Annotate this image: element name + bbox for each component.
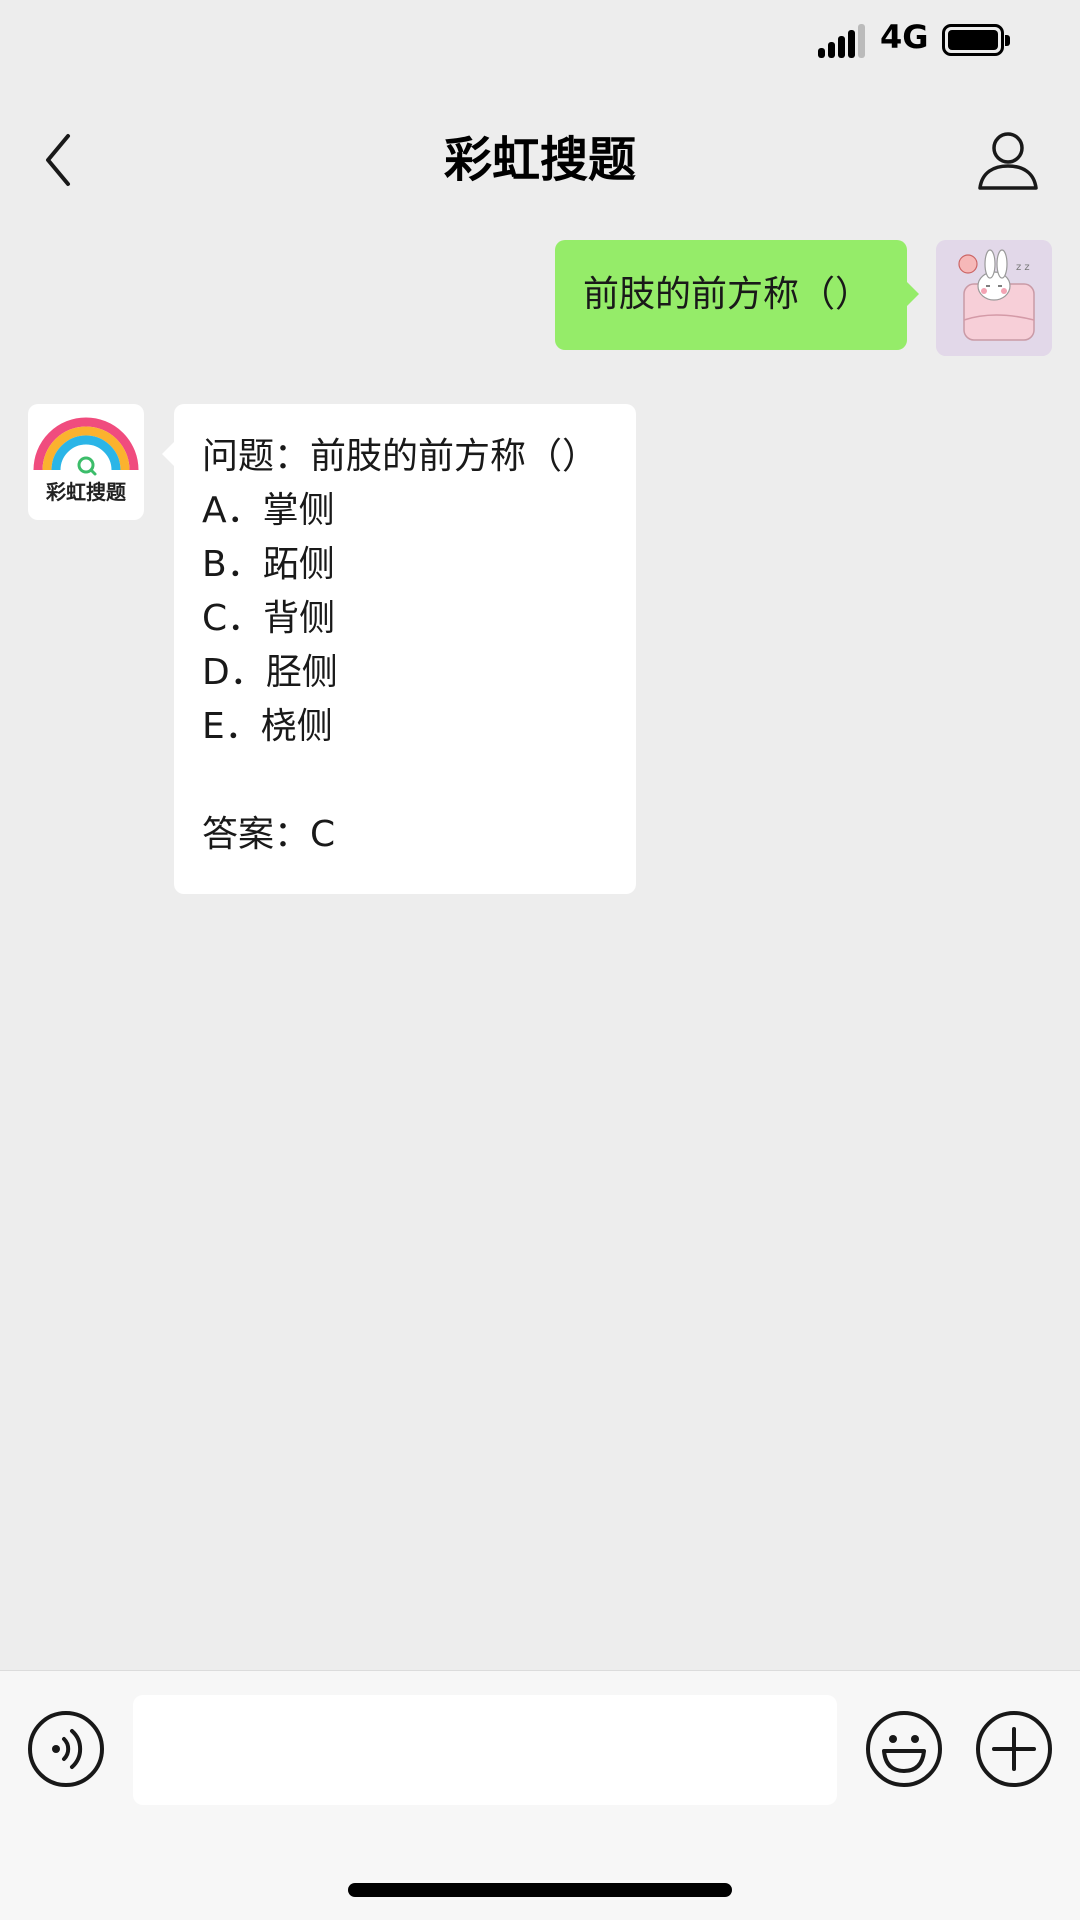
message-row-user: 前肢的前方称（） z z (0, 238, 1080, 358)
bot-message-line: D．胫侧 (202, 652, 338, 693)
message-input[interactable] (133, 1695, 837, 1805)
more-button[interactable] (976, 1711, 1052, 1787)
user-message-bubble[interactable]: 前肢的前方称（） (555, 240, 907, 350)
bot-message-lines: 问题：前肢的前方称（） A．掌侧 B．跖侧 C．背侧 D．胫侧 E．桡侧 答案：… (202, 430, 608, 862)
voice-button[interactable] (28, 1711, 104, 1787)
bot-message-line (202, 754, 608, 808)
bot-message-line: C．背侧 (202, 598, 336, 639)
emoji-icon (882, 1735, 926, 1773)
bot-message-bubble[interactable]: 问题：前肢的前方称（） A．掌侧 B．跖侧 C．背侧 D．胫侧 E．桡侧 答案：… (174, 404, 636, 894)
plus-icon (992, 1727, 1036, 1771)
bot-message-line: A．掌侧 (202, 490, 335, 531)
emoji-button[interactable] (866, 1711, 942, 1787)
page-title: 彩虹搜题 (443, 132, 636, 188)
bot-message-line: 答案：C (202, 814, 336, 855)
rainbow-logo (33, 417, 139, 476)
status-bar: 4G (0, 0, 1080, 80)
nav-bar: 彩虹搜题 (0, 100, 1080, 220)
rabbit-sleeping-avatar: z z (936, 240, 1052, 356)
message-row-bot: 彩虹搜题 问题：前肢的前方称（） A．掌侧 B．跖侧 C．背侧 D．胫侧 E．桡… (0, 404, 1080, 904)
person-outline-icon (978, 132, 1038, 190)
bot-message-line: E．桡侧 (202, 706, 333, 747)
user-avatar[interactable]: z z (936, 240, 1052, 356)
chat-screen: 4G 彩虹搜题 前肢的前方称（） z z 彩虹搜题 问题：前肢的前方称（） A．… (0, 0, 1080, 1920)
user-bubble-tail (907, 282, 919, 306)
bot-message-line: 问题：前肢的前方称（） (202, 436, 599, 477)
chat-info-button[interactable] (976, 128, 1040, 192)
bot-bubble-tail (162, 442, 174, 466)
home-indicator[interactable] (348, 1883, 732, 1897)
bot-avatar[interactable]: 彩虹搜题 (28, 404, 144, 520)
voice-icon (52, 1729, 83, 1769)
battery-icon (942, 24, 1010, 56)
network-type-label: 4G (880, 18, 929, 56)
signal-icon (818, 22, 868, 58)
input-bar (0, 1670, 1080, 1920)
bot-message-line: B．跖侧 (202, 544, 335, 585)
svg-text:z z: z z (1016, 262, 1030, 273)
user-message-text: 前肢的前方称（） (583, 274, 872, 315)
bot-avatar-label: 彩虹搜题 (46, 480, 126, 504)
